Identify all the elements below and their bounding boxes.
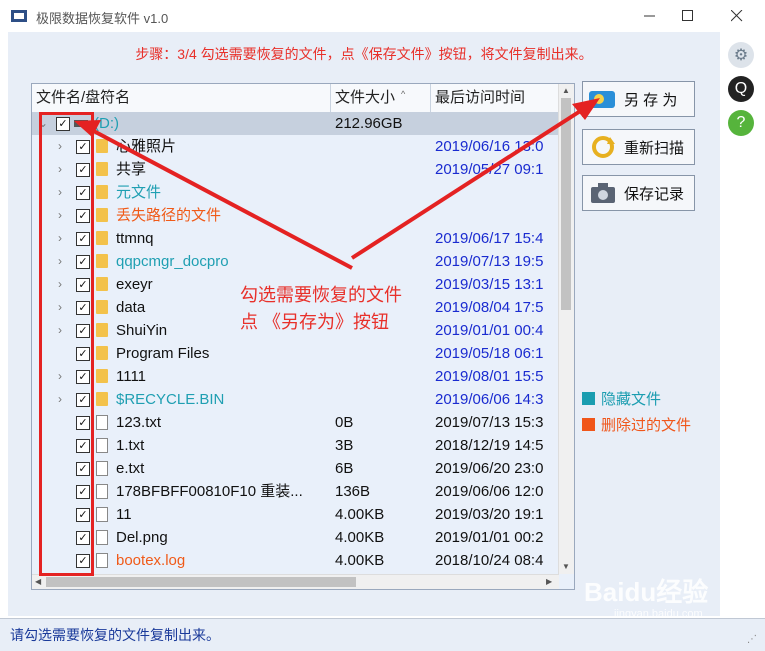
status-text: 请勾选需要恢复的文件复制出来。 [10, 627, 220, 643]
app-window: 极限数据恢复软件 v1.0 步骤：3/4 勾选需要恢复的文件，点《保存文件》按钮… [0, 0, 765, 651]
arrow-head-save-as [572, 98, 600, 120]
resize-grip-icon[interactable]: ⋰ [747, 634, 757, 645]
arrow-to-checkbox [87, 126, 353, 270]
annotation-line-2: 点 《另存为》按钮 [240, 312, 390, 332]
status-bar: 请勾选需要恢复的文件复制出来。 ⋰ [0, 618, 765, 651]
annotation-text: 勾选需要恢复的文件 点 《另存为》按钮 [240, 282, 402, 336]
arrow-to-save-as [350, 106, 587, 260]
annotation-line-1: 勾选需要恢复的文件 [240, 285, 402, 305]
watermark-logo: Baidu经验 [584, 577, 709, 607]
